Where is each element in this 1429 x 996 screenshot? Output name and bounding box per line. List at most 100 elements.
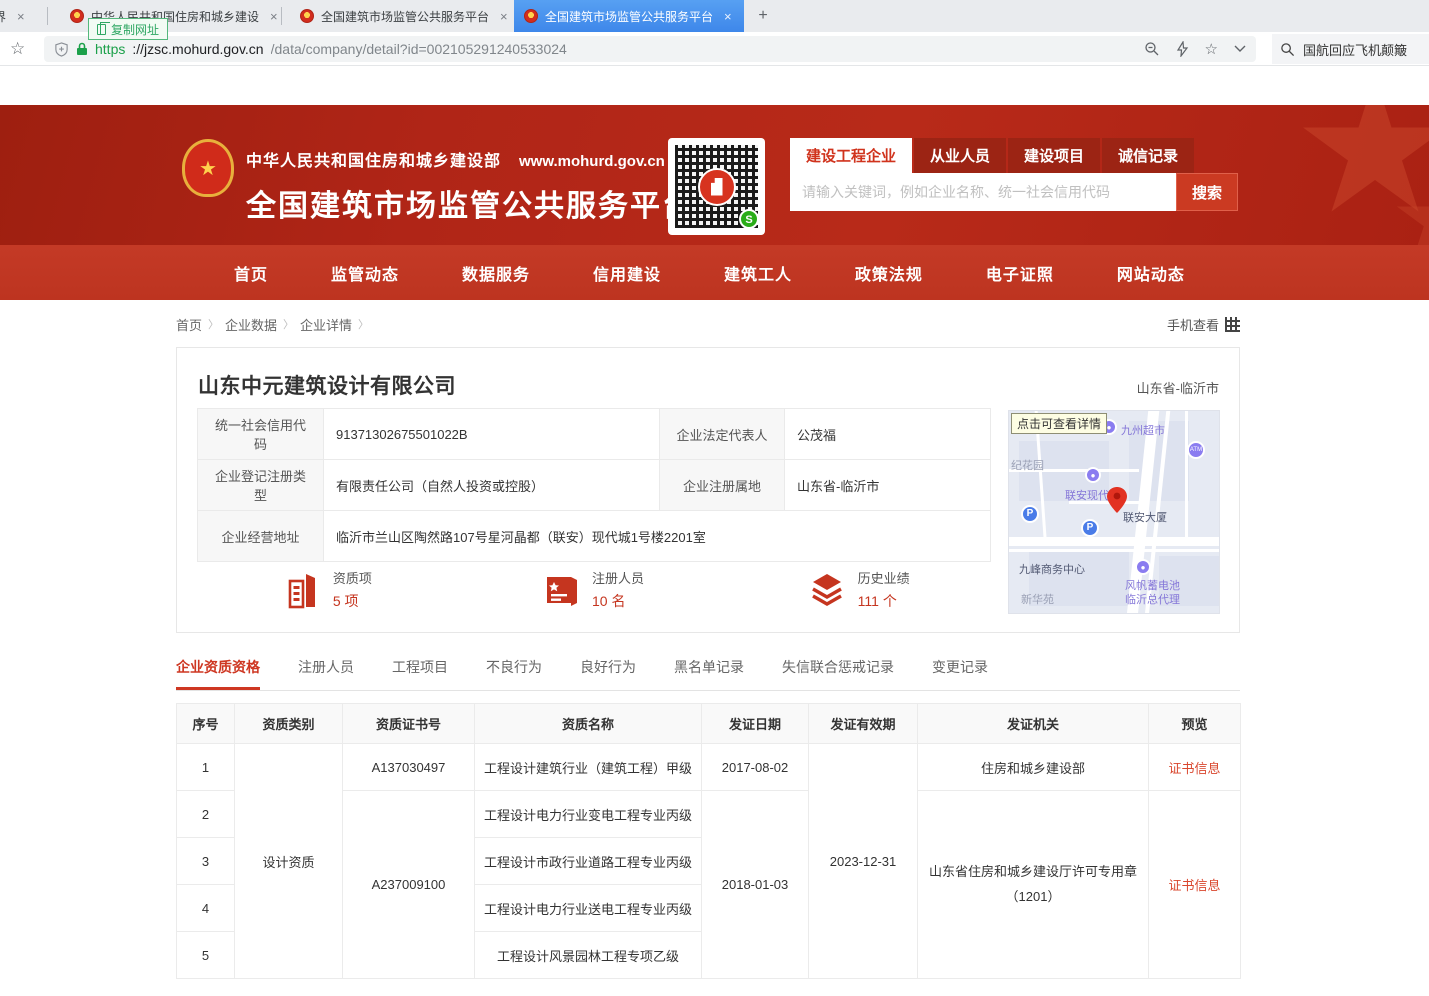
field-label: 统一社会信用代码	[198, 409, 324, 460]
map-atm-pin: ATM	[1187, 441, 1205, 459]
tab-close-icon[interactable]: ×	[270, 9, 278, 24]
tab-separator	[47, 7, 48, 25]
flash-save-icon[interactable]	[1176, 41, 1189, 57]
map-label-xinhua: 新华苑	[1021, 591, 1054, 607]
tab-blacklist[interactable]: 黑名单记录	[674, 657, 744, 690]
keyword-search-input[interactable]	[790, 173, 1176, 211]
col-issue-date: 发证日期	[702, 704, 809, 744]
mobile-view-link[interactable]: 手机查看	[1167, 315, 1240, 334]
map-road	[1185, 411, 1188, 537]
tab-close-icon[interactable]: ×	[17, 9, 25, 24]
search-tab-enterprise[interactable]: 建设工程企业	[790, 138, 912, 173]
search-button[interactable]: 搜索	[1176, 173, 1238, 211]
cell-authority: 山东省住房和城乡建设厅许可专用章 （1201）	[918, 791, 1149, 979]
emblem-star-icon: ★	[199, 156, 217, 181]
breadcrumb-company-data[interactable]: 企业数据	[225, 315, 277, 334]
site-favicon-icon	[524, 9, 538, 23]
tab-change-records[interactable]: 变更记录	[932, 657, 988, 690]
company-info-table: 统一社会信用代码 91371302675501022B 企业法定代表人 公茂福 …	[197, 408, 991, 562]
certificate-info-link[interactable]: 证书信息	[1168, 878, 1220, 893]
certificate-info-link[interactable]: 证书信息	[1168, 761, 1220, 776]
chevron-down-icon[interactable]	[1234, 45, 1246, 53]
nav-item-e-license[interactable]: 电子证照	[986, 261, 1054, 285]
col-cert-no: 资质证书号	[343, 704, 475, 744]
search-tab-personnel[interactable]: 从业人员	[914, 138, 1006, 173]
browser-tab-1[interactable]: 世界 ×	[0, 0, 48, 32]
tab-registered-personnel[interactable]: 注册人员	[298, 657, 354, 690]
copy-icon	[97, 24, 106, 35]
url-host: ://jzsc.mohurd.gov.cn	[132, 41, 263, 57]
tab-close-icon[interactable]: ×	[724, 9, 732, 24]
cell-seq: 4	[177, 885, 235, 932]
quick-search-box[interactable]: 国航回应飞机颠簸	[1272, 34, 1429, 64]
cell-seq: 1	[177, 744, 235, 791]
nav-item-workers[interactable]: 建筑工人	[724, 261, 792, 285]
tab-title: 全国建筑市场监管公共服务平台	[545, 8, 713, 25]
stat-label: 注册人员	[592, 568, 644, 587]
breadcrumb: 首页 〉 企业数据 〉 企业详情 〉	[176, 315, 369, 334]
tab-qualifications[interactable]: 企业资质资格	[176, 657, 260, 690]
company-name: 山东中元建筑设计有限公司	[198, 370, 456, 400]
favorite-star-icon[interactable]: ☆	[1205, 40, 1218, 58]
stat-history-performance: 历史业绩 111 个	[726, 568, 991, 611]
cell-seq: 3	[177, 838, 235, 885]
company-summary-card: 山东中元建筑设计有限公司 山东省-临沂市 统一社会信用代码 9137130267…	[176, 347, 1240, 633]
bookmark-star-icon[interactable]: ☆	[10, 39, 25, 59]
browser-tab-active[interactable]: 全国建筑市场监管公共服务平台 ×	[514, 0, 744, 32]
authority-line-2: （1201）	[926, 885, 1140, 910]
zoom-out-icon[interactable]	[1144, 41, 1160, 57]
main-nav: 首页 监管动态 数据服务 信用建设 建筑工人 政策法规 电子证照 网站动态	[0, 245, 1429, 300]
tab-projects[interactable]: 工程项目	[392, 657, 448, 690]
address-bar[interactable]: https://jzsc.mohurd.gov.cn/data/company/…	[44, 36, 1256, 62]
breadcrumb-separator: 〉	[358, 316, 369, 332]
tab-good-behavior[interactable]: 良好行为	[580, 657, 636, 690]
browser-toolbar: ☆ https://jzsc.mohurd.gov.cn/data/compan…	[0, 32, 1429, 66]
new-tab-button[interactable]: +	[752, 6, 774, 28]
cell-authority: 住房和城乡建设部	[918, 744, 1149, 791]
browser-tab-strip: 世界 × 中华人民共和国住房和城乡建设 × 全国建筑市场监管公共服务平台 × 全…	[0, 0, 1429, 32]
search-tab-credit[interactable]: 诚信记录	[1102, 138, 1194, 173]
breadcrumb-company-detail[interactable]: 企业详情	[300, 315, 352, 334]
site-title-block: 中华人民共和国住房和城乡建设部www.mohurd.gov.cn 全国建筑市场监…	[246, 147, 694, 225]
breadcrumb-home[interactable]: 首页	[176, 315, 202, 334]
national-emblem-logo: ★	[182, 139, 234, 197]
shield-permissions-icon[interactable]	[54, 42, 69, 57]
nav-item-data-service[interactable]: 数据服务	[462, 261, 530, 285]
tab-separator	[281, 7, 282, 25]
nav-item-supervision[interactable]: 监管动态	[331, 261, 399, 285]
site-favicon-icon	[300, 9, 314, 23]
tab-dishonesty-records[interactable]: 失信联合惩戒记录	[782, 657, 894, 690]
nav-item-credit[interactable]: 信用建设	[593, 261, 661, 285]
browser-tab-3[interactable]: 全国建筑市场监管公共服务平台 ×	[290, 0, 512, 32]
nav-item-policy[interactable]: 政策法规	[855, 261, 923, 285]
location-map[interactable]: ● 九州超市 ATM 纪花园 ● 联安现代城 联安大厦 P P 九峰商务中心 ●…	[1008, 410, 1220, 614]
tab-close-icon[interactable]: ×	[500, 9, 508, 24]
col-valid-until: 发证有效期	[809, 704, 918, 744]
certificate-icon	[544, 573, 580, 607]
cell-cert-no: A137030497	[343, 744, 475, 791]
map-label-supermarket: 九州超市	[1121, 422, 1165, 438]
business-address-value: 临沂市兰山区陶然路107号星河晶都（联安）现代城1号楼2201室	[324, 511, 991, 562]
field-label: 企业经营地址	[198, 511, 324, 562]
cell-qualification-name: 工程设计建筑行业（建筑工程）甲级	[475, 744, 702, 791]
cell-qualification-name: 工程设计风景园林工程专项乙级	[475, 932, 702, 979]
cell-qualification-name: 工程设计市政行业道路工程专业丙级	[475, 838, 702, 885]
cell-seq: 2	[177, 791, 235, 838]
tab-bad-behavior[interactable]: 不良行为	[486, 657, 542, 690]
nav-item-home[interactable]: 首页	[234, 261, 268, 285]
search-icon	[1280, 42, 1295, 57]
cell-qualification-name: 工程设计电力行业送电工程专业丙级	[475, 885, 702, 932]
cell-category: 设计资质	[235, 744, 343, 979]
nav-item-site-news[interactable]: 网站动态	[1117, 261, 1185, 285]
stat-value: 10 名	[592, 591, 644, 611]
stat-value: 111 个	[858, 591, 910, 611]
cell-issue-date: 2018-01-03	[702, 791, 809, 979]
field-label: 企业法定代表人	[660, 409, 785, 460]
tab-title: 全国建筑市场监管公共服务平台	[321, 8, 489, 25]
map-parking-pin: P	[1081, 519, 1099, 537]
detail-tab-bar: 企业资质资格 注册人员 工程项目 不良行为 良好行为 黑名单记录 失信联合惩戒记…	[176, 657, 1240, 691]
site-header: ★ 中华人民共和国住房和城乡建设部www.mohurd.gov.cn 全国建筑市…	[0, 105, 1429, 245]
quick-search-text: 国航回应飞机颠簸	[1303, 40, 1407, 59]
search-tab-project[interactable]: 建设项目	[1008, 138, 1100, 173]
building-icon	[711, 178, 723, 196]
